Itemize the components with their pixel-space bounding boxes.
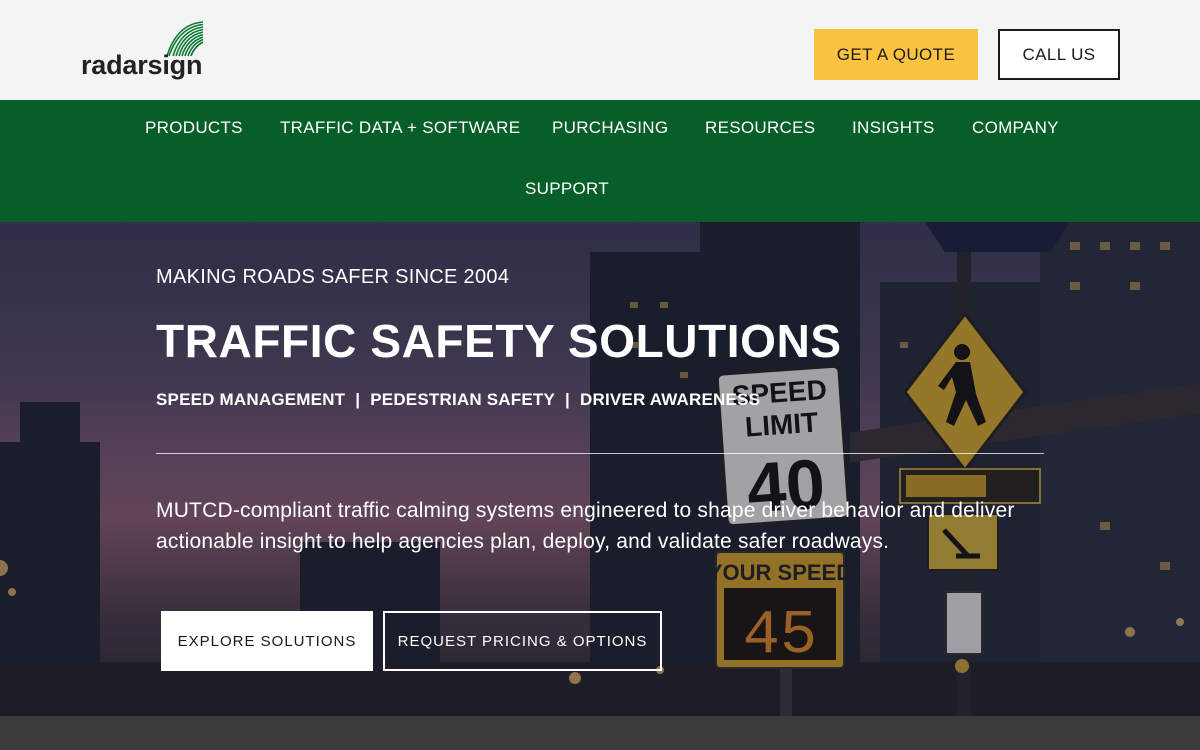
hero-section: SPEED LIMIT 40 YOUR SPEED 45 MAKING ROAD… [0,222,1200,716]
call-us-button[interactable]: CALL US [998,29,1120,80]
explore-solutions-button[interactable]: EXPLORE SOLUTIONS [161,611,373,671]
hero-title: TRAFFIC SAFETY SOLUTIONS [156,315,842,367]
hero-divider [156,453,1044,454]
nav-item-company[interactable]: COMPANY [972,118,1059,138]
site-header: radarsign GET A QUOTE CALL US [0,0,1200,100]
next-section-strip [0,716,1200,750]
nav-item-insights[interactable]: INSIGHTS [852,118,935,138]
hero-description: MUTCD-compliant traffic calming systems … [156,499,1015,553]
nav-item-resources[interactable]: RESOURCES [705,118,815,138]
radarsign-logo[interactable]: radarsign [81,20,211,82]
request-pricing-button[interactable]: REQUEST PRICING & OPTIONS [383,611,662,671]
logo-wordmark: radarsign [81,50,203,80]
hero-eyebrow: MAKING ROADS SAFER SINCE 2004 [156,266,510,288]
pillar-driver-awareness: DRIVER AWARENESS [579,390,761,409]
pillar-speed-management: SPEED MANAGEMENT [156,390,346,409]
main-navigation: PRODUCTS TRAFFIC DATA + SOFTWARE PURCHAS… [0,100,1200,222]
nav-item-purchasing[interactable]: PURCHASING [552,118,668,138]
pillar-pedestrian-safety: PEDESTRIAN SAFETY [370,390,556,409]
hero-pillars: SPEED MANAGEMENT | PEDESTRIAN SAFETY | D… [156,390,760,410]
get-a-quote-button[interactable]: GET A QUOTE [814,29,978,80]
pillar-separator: | [565,390,570,409]
pillar-separator: | [355,390,361,409]
nav-item-traffic-data-software[interactable]: TRAFFIC DATA + SOFTWARE [280,118,520,138]
nav-item-support[interactable]: SUPPORT [525,179,609,199]
nav-item-products[interactable]: PRODUCTS [145,118,243,138]
